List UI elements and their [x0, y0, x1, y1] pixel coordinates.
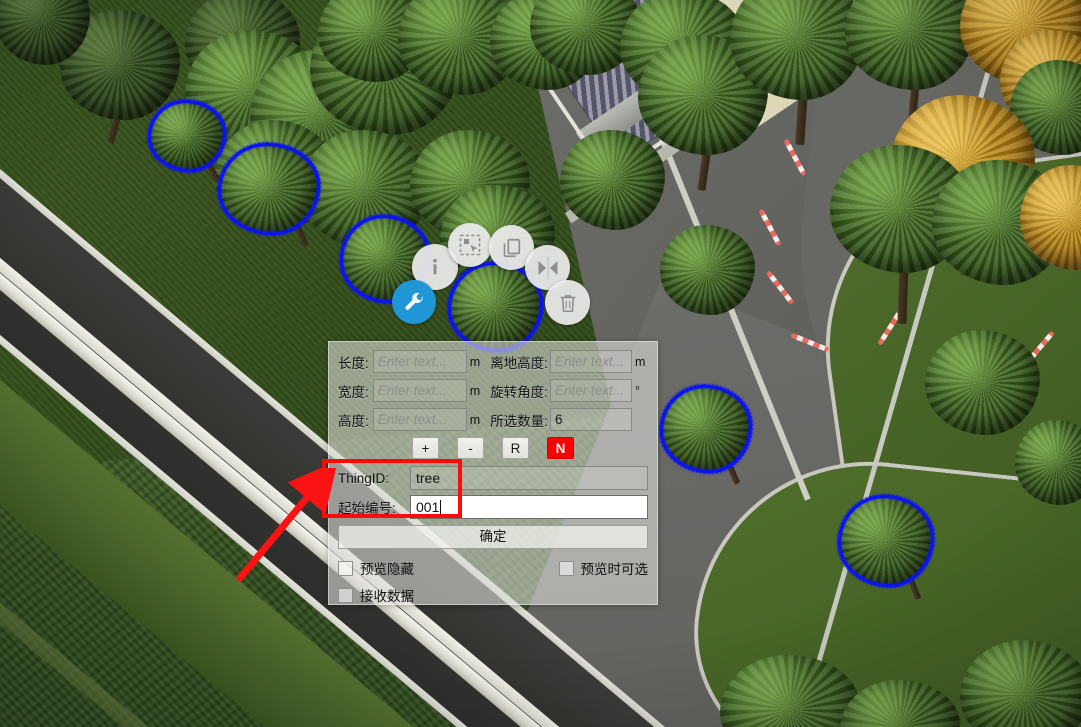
action-button-row: + - R N [338, 437, 648, 459]
start-number-row: 起始编号: 001 [338, 495, 648, 519]
preview-selectable-group: 预览时可选 [558, 558, 649, 578]
dimension-row-width: 宽度: Enter text... m 旋转角度: Enter text... … [338, 379, 648, 402]
thing-id-row: ThingID: tree [338, 466, 648, 490]
tree[interactable] [660, 225, 755, 315]
rotation-unit: ° [634, 383, 640, 398]
copy-icon [503, 238, 520, 257]
preview-hidden-checkbox[interactable] [338, 560, 353, 576]
decrease-button[interactable]: - [457, 437, 484, 459]
preview-selectable-checkbox[interactable] [558, 560, 574, 576]
normal-button[interactable]: N [547, 437, 574, 459]
settings-button[interactable] [392, 280, 436, 324]
height-label: 高度: [338, 413, 369, 429]
preview-hidden-label: 预览隐藏 [360, 562, 414, 577]
tree-selected[interactable] [660, 385, 752, 485]
rotation-label: 旋转角度: [490, 384, 548, 400]
receive-data-checkbox[interactable] [338, 587, 353, 603]
mirror-icon [538, 257, 557, 278]
info-icon [433, 258, 437, 275]
start-number-input[interactable]: 001 [410, 495, 648, 519]
tree-canopy [218, 143, 320, 235]
length-input[interactable]: Enter text... [372, 350, 467, 373]
start-number-value: 001 [416, 499, 440, 515]
selected-count-label: 所选数量: [490, 413, 548, 429]
tree-canopy [925, 330, 1040, 435]
ground-height-unit: m [634, 354, 646, 369]
tree[interactable] [925, 330, 1040, 435]
checkbox-row-2: 接收数据 [338, 585, 648, 605]
select-area-button[interactable] [448, 223, 492, 267]
ground-height-input[interactable]: Enter text... [549, 350, 632, 373]
ground-height-label: 离地高度: [490, 355, 548, 371]
rotation-input[interactable]: Enter text... [549, 379, 632, 402]
checkbox-row-1: 预览隐藏 预览时可选 [338, 558, 648, 578]
length-label: 长度: [338, 355, 369, 371]
thing-id-input[interactable]: tree [410, 466, 648, 490]
selected-count-value[interactable]: 6 [549, 408, 632, 431]
height-input[interactable]: Enter text... [372, 408, 467, 431]
tree-canopy [838, 495, 934, 587]
app-window: 长度: Enter text... m 离地高度: Enter text... … [0, 0, 1081, 727]
tree[interactable] [560, 130, 665, 230]
tree-canopy [660, 385, 752, 473]
height-unit: m [469, 412, 481, 427]
preview-selectable-label: 预览时可选 [580, 562, 649, 577]
width-label: 宽度: [338, 384, 369, 400]
reset-button[interactable]: R [502, 437, 529, 459]
select-area-icon [459, 234, 481, 256]
tree-selected[interactable] [148, 100, 226, 184]
tree-canopy [660, 225, 755, 315]
confirm-button[interactable]: 确定 [338, 525, 648, 549]
start-number-label: 起始编号: [338, 501, 396, 516]
increase-button[interactable]: + [412, 437, 439, 459]
width-input[interactable]: Enter text... [372, 379, 467, 402]
object-properties-dialog: 长度: Enter text... m 离地高度: Enter text... … [328, 341, 658, 605]
tree-canopy [560, 130, 665, 230]
length-unit: m [469, 354, 481, 369]
receive-data-label: 接收数据 [360, 589, 414, 604]
wrench-icon [404, 292, 423, 310]
thing-id-label: ThingID: [338, 470, 390, 486]
tree-canopy [148, 100, 226, 172]
trash-icon [560, 294, 575, 312]
text-caret [440, 500, 442, 515]
tree-selected[interactable] [218, 143, 320, 248]
width-unit: m [469, 383, 481, 398]
dimension-row-length: 长度: Enter text... m 离地高度: Enter text... … [338, 350, 648, 373]
dimension-row-height: 高度: Enter text... m 所选数量: 6 [338, 408, 648, 431]
delete-button[interactable] [545, 280, 590, 325]
tree-selected[interactable] [838, 495, 934, 601]
